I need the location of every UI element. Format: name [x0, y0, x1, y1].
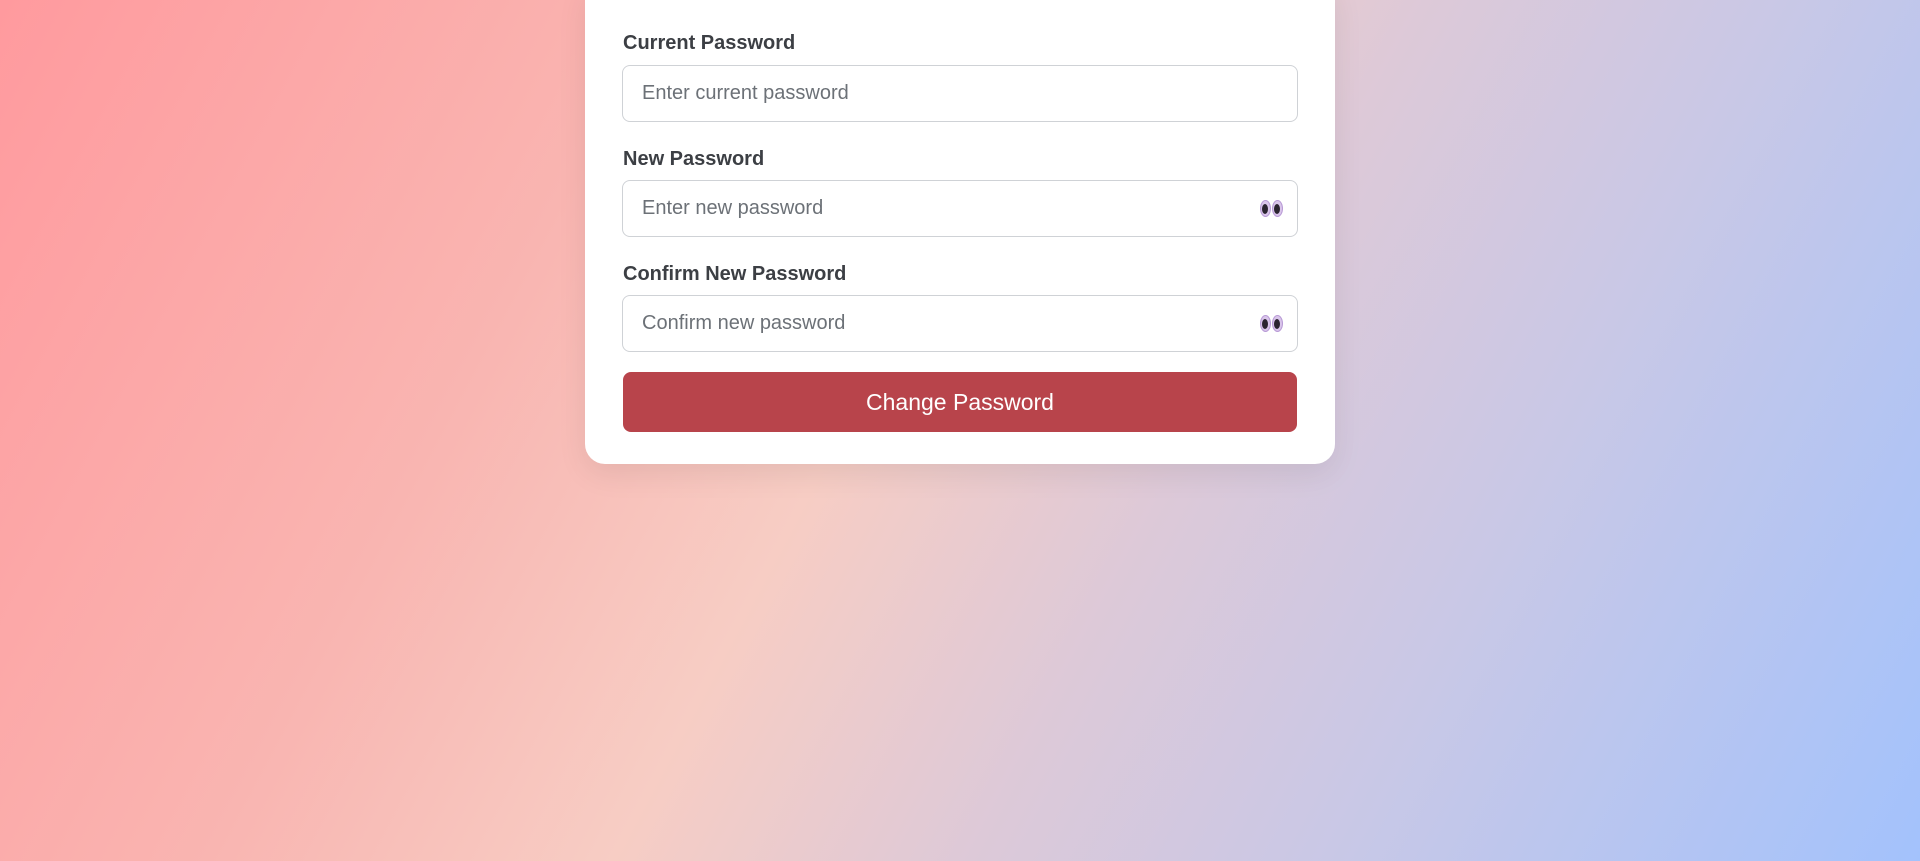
confirm-password-input[interactable]: [623, 296, 1223, 351]
new-password-input[interactable]: [623, 181, 1223, 236]
change-password-card: Current Password New Password Confirm Ne…: [585, 0, 1335, 464]
eye-icon: [1272, 315, 1283, 332]
new-password-field-wrap: [622, 180, 1298, 237]
confirm-password-show-toggle-eyes-icon[interactable]: [1259, 313, 1285, 335]
current-password-input[interactable]: [623, 66, 1223, 121]
new-password-label: New Password: [623, 148, 765, 170]
confirm-password-label: Confirm New Password: [623, 263, 847, 285]
eye-icon: [1272, 200, 1283, 217]
eye-icon: [1260, 200, 1271, 217]
current-password-label: Current Password: [623, 32, 796, 54]
eye-icon: [1260, 315, 1271, 332]
change-password-button[interactable]: Change Password: [623, 372, 1297, 432]
new-password-show-toggle-eyes-icon[interactable]: [1259, 198, 1285, 220]
current-password-field-wrap: [622, 65, 1298, 122]
confirm-password-field-wrap: [622, 295, 1298, 352]
